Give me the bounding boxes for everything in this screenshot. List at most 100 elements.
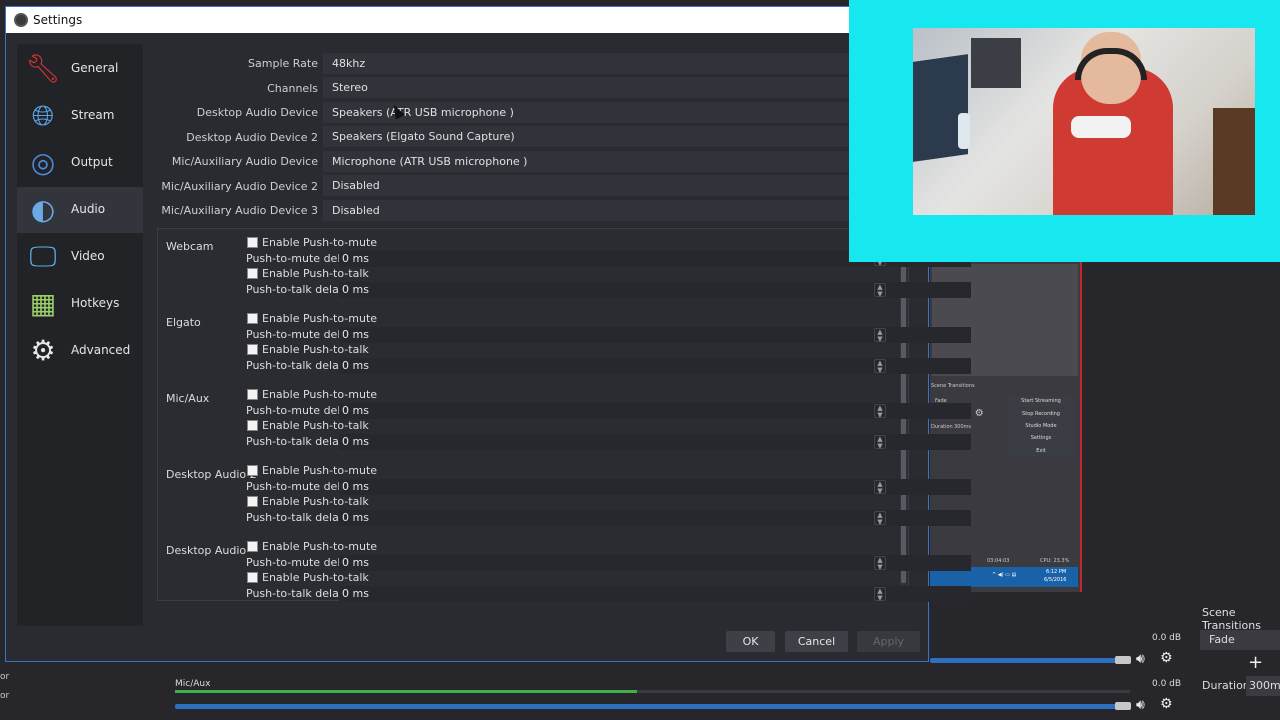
push-to-mute-checkbox[interactable] <box>247 389 258 400</box>
sidebar-item-label: Video <box>71 249 105 263</box>
mixer-volume-slider[interactable] <box>930 658 1130 663</box>
sidebar-item-hotkeys[interactable]: ▦ Hotkeys <box>17 281 143 327</box>
push-to-talk-label: Enable Push-to-talk <box>262 495 369 508</box>
push-to-talk-delay-label: Push-to-talk delay <box>246 587 346 600</box>
gear-icon[interactable]: ⚙ <box>1160 650 1173 666</box>
push-to-mute-checkbox[interactable] <box>247 313 258 324</box>
spin-arrows-icon[interactable]: ▲ ▼ <box>874 556 886 571</box>
push-to-talk-checkbox[interactable] <box>247 420 258 431</box>
hotkey-scrollbar-thumb[interactable] <box>901 263 906 583</box>
settings-dialog: Settings 🔧︎ General 🌐︎ Stream ◎ Output ◐… <box>5 6 971 662</box>
push-to-mute-delay-label: Push-to-mute delay <box>246 556 354 569</box>
preview-studio-mode: Studio Mode <box>1007 421 1075 432</box>
speaker-icon[interactable]: 🔊︎ <box>1136 651 1145 667</box>
sidebar-item-label: Advanced <box>71 343 131 357</box>
hotkeys-keyboard-icon: ▦ <box>29 287 57 320</box>
cancel-button[interactable]: Cancel <box>785 631 848 652</box>
push-to-mute-label: Enable Push-to-mute <box>262 388 378 401</box>
mixer-volume-slider[interactable] <box>175 704 1130 709</box>
mixer-level-meter <box>175 690 637 693</box>
push-to-talk-checkbox[interactable] <box>247 496 258 507</box>
push-to-mute-delay-label: Push-to-mute delay <box>246 328 354 341</box>
hotkey-group-name: Mic/Aux <box>166 392 210 405</box>
preview-settings: Settings <box>1007 433 1075 444</box>
desktop-audio-device-2-label: Desktop Audio Device 2 <box>186 131 318 144</box>
desktop-audio-device-2-select[interactable]: Speakers (Elgato Sound Capture) <box>323 126 853 147</box>
obs-logo-icon <box>14 13 28 27</box>
speaker-icon[interactable]: 🔊︎ <box>1136 697 1145 713</box>
spin-arrows-icon[interactable]: ▲ ▼ <box>874 435 886 450</box>
push-to-talk-checkbox[interactable] <box>247 572 258 583</box>
mic-aux-device-3-label: Mic/Auxiliary Audio Device 3 <box>161 204 318 217</box>
push-to-mute-label: Enable Push-to-mute <box>262 464 378 477</box>
push-to-mute-checkbox[interactable] <box>247 237 258 248</box>
preview-start-streaming: Start Streaming <box>1007 396 1075 407</box>
apply-button[interactable]: Apply <box>857 631 920 652</box>
spin-arrows-icon[interactable]: ▲ ▼ <box>874 283 886 298</box>
channels-select[interactable]: Stereo <box>323 77 853 98</box>
sample-rate-label: Sample Rate <box>248 57 318 70</box>
preview-tray-icons: ^ ◀) ▭ ▤ <box>992 572 1017 578</box>
push-to-mute-delay-label: Push-to-mute delay <box>246 404 354 417</box>
mic-aux-device-2-select[interactable]: Disabled <box>323 175 853 196</box>
spin-arrows-icon[interactable]: ▲ ▼ <box>874 587 886 602</box>
mixer-channel-name: Mic/Aux <box>175 679 211 689</box>
push-to-talk-label: Enable Push-to-talk <box>262 343 369 356</box>
push-to-talk-label: Enable Push-to-talk <box>262 571 369 584</box>
preview-duration-label: Duration <box>931 424 953 430</box>
channels-label: Channels <box>267 82 318 95</box>
preview-scene-transitions: Scene Transitions <box>931 383 975 389</box>
add-transition-icon[interactable]: + <box>1248 652 1263 673</box>
preview-cpu: CPU: 23.3% <box>1040 558 1070 564</box>
sample-rate-select[interactable]: 48khz <box>323 53 853 74</box>
preview-duration-value: 300ms <box>954 424 972 430</box>
preview-stop-recording: Stop Recording <box>1007 409 1075 420</box>
video-monitor-icon: 🖵︎ <box>29 240 57 273</box>
duration-field[interactable]: 300ms <box>1246 676 1280 696</box>
mixer-volume-handle[interactable] <box>1115 656 1131 664</box>
push-to-mute-label: Enable Push-to-mute <box>262 312 378 325</box>
preview-status-time: 03:04:03 <box>987 558 1010 564</box>
mic-aux-device-3-select[interactable]: Disabled <box>323 200 853 221</box>
push-to-talk-checkbox[interactable] <box>247 268 258 279</box>
mixer-volume-handle[interactable] <box>1115 702 1131 710</box>
mic-aux-device-2-label: Mic/Auxiliary Audio Device 2 <box>161 180 318 193</box>
push-to-talk-delay-label: Push-to-talk delay <box>246 511 346 524</box>
push-to-mute-checkbox[interactable] <box>247 541 258 552</box>
duration-label: Duration <box>1202 679 1250 692</box>
push-to-talk-label: Enable Push-to-talk <box>262 267 369 280</box>
push-to-talk-delay-label: Push-to-talk delay <box>246 283 346 296</box>
desktop-audio-device-label: Desktop Audio Device <box>196 106 318 119</box>
gear-icon[interactable]: ⚙ <box>1160 696 1173 712</box>
hotkey-group-name: Desktop Audio <box>166 544 247 557</box>
mic-aux-device-select[interactable]: Microphone (ATR USB microphone ) <box>323 151 853 172</box>
webcam-bedpost <box>1213 108 1255 215</box>
spin-arrows-icon[interactable]: ▲ ▼ <box>874 511 886 526</box>
spin-arrows-icon[interactable]: ▲ ▼ <box>874 359 886 374</box>
push-to-mute-label: Enable Push-to-mute <box>262 236 378 249</box>
spin-arrows-icon[interactable]: ▲ ▼ <box>874 480 886 495</box>
ok-button[interactable]: OK <box>726 631 775 652</box>
push-to-talk-delay-label: Push-to-talk delay <box>246 359 346 372</box>
push-to-mute-label: Enable Push-to-mute <box>262 540 378 553</box>
mixer-level-meter-bg <box>637 690 1130 693</box>
sidebar-item-advanced[interactable]: ⚙ Advanced <box>17 328 143 374</box>
mixer-db-value: 0.0 dB <box>1152 633 1182 643</box>
mic-aux-device-label: Mic/Auxiliary Audio Device <box>171 155 318 168</box>
webcam-water-bottle <box>958 113 970 149</box>
hotkey-group-name: Elgato <box>166 316 201 329</box>
webcam-monitor-2 <box>971 38 1021 88</box>
spin-arrows-icon[interactable]: ▲ ▼ <box>874 404 886 419</box>
push-to-mute-checkbox[interactable] <box>247 465 258 476</box>
push-to-talk-checkbox[interactable] <box>247 344 258 355</box>
webcam-shirt-logo <box>1071 116 1131 138</box>
push-to-mute-delay-label: Push-to-mute delay <box>246 252 354 265</box>
title-bar: Settings <box>6 7 928 33</box>
advanced-gears-icon: ⚙ <box>30 334 56 367</box>
hotkey-group-name: Desktop Audio 2 <box>166 468 257 481</box>
spin-arrows-icon[interactable]: ▲ ▼ <box>874 328 886 343</box>
sidebar-item-video[interactable]: 🖵︎ Video <box>17 234 143 280</box>
webcam-video <box>913 28 1255 215</box>
transition-select[interactable]: Fade <box>1200 630 1280 650</box>
window-title: Settings <box>33 13 83 27</box>
